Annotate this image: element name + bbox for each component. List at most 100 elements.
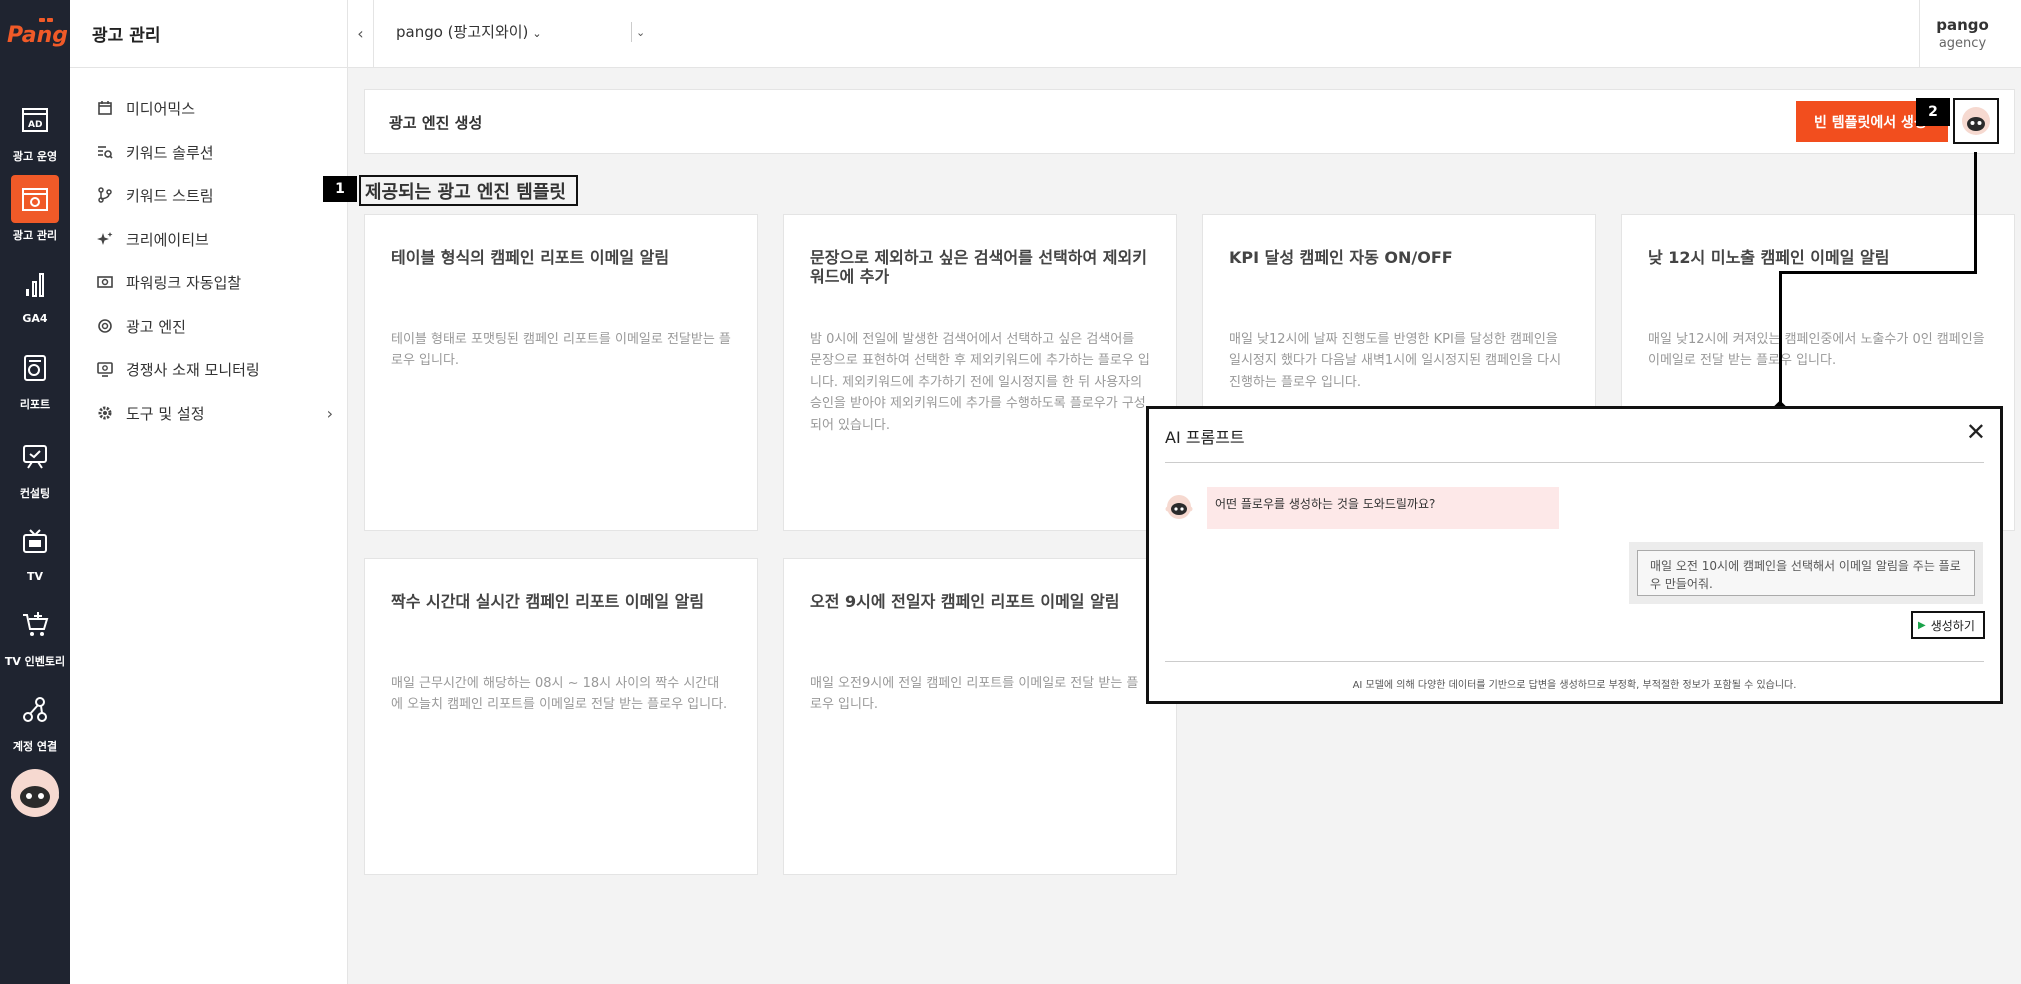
template-card[interactable]: 짝수 시간대 실시간 캠페인 리포트 이메일 알림 매일 근무시간에 해당하는 …	[364, 558, 758, 875]
bot-avatar-icon	[1165, 493, 1193, 521]
rail-item-tv[interactable]: TV	[0, 518, 70, 583]
ad-icon: AD	[11, 96, 59, 144]
ai-prompt-modal: AI 프롬프트 ✕ 어떤 플로우를 생성하는 것을 도와드릴까요? 매일 오전 …	[1146, 406, 2003, 704]
template-card[interactable]: 테이블 형식의 캠페인 리포트 이메일 알림 테이블 형태로 포맷팅된 캠페인 …	[364, 214, 758, 531]
bot-message: 어떤 플로우를 생성하는 것을 도와드릴까요?	[1207, 487, 1559, 529]
rail-item-ad-ops[interactable]: AD 광고 운영	[0, 96, 70, 164]
sidebar-item-keyword-stream[interactable]: 키워드 스트림	[96, 180, 333, 210]
user-role: agency	[1938, 36, 1987, 51]
modal-title: AI 프롬프트	[1165, 428, 1245, 447]
sidebar-item-tools-settings[interactable]: 도구 및 설정 ›	[96, 398, 333, 428]
gear-icon	[96, 404, 114, 422]
bot-avatar-icon[interactable]	[9, 767, 61, 819]
bot-avatar-icon	[1962, 107, 1990, 135]
template-card-desc: 매일 낮12시에 날짜 진행도를 반영한 KPI를 달성한 캠페인을 일시정지 …	[1229, 332, 1562, 390]
rail-item-label: 계정 연결	[12, 740, 58, 753]
template-card-desc: 밤 0시에 전일에 발생한 검색어에서 선택하고 싶은 검색어를 문장으로 표현…	[810, 332, 1150, 433]
chevron-down-icon: ⌄	[636, 25, 646, 39]
sidebar-item-label: 키워드 솔루션	[126, 143, 214, 162]
sidebar-item-ad-engine[interactable]: 광고 엔진	[96, 311, 333, 341]
template-card-title: 문장으로 제외하고 싶은 검색어를 선택하여 제외키워드에 추가	[810, 248, 1147, 287]
sidebar-item-competitor-monitoring[interactable]: 경쟁사 소재 모니터링	[96, 354, 333, 384]
generate-button[interactable]: ▶ 생성하기	[1911, 611, 1985, 639]
sidebar-item-creative[interactable]: 크리에이티브	[96, 224, 333, 254]
sidebar-item-label: 크리에이티브	[126, 230, 209, 249]
rail-item-label: 광고 관리	[12, 229, 58, 242]
template-card-desc: 매일 낮12시에 켜져있는 캠페인중에서 노출수가 0인 캠페인을 이메일로 전…	[1648, 332, 1985, 369]
sidebar-item-label: 파워링크 자동입찰	[126, 273, 242, 292]
ai-disclaimer: AI 모델에 의해 다양한 데이터를 기반으로 답변을 생성하므로 부정확, 부…	[1352, 680, 1797, 691]
sidebar-item-powerlink-bid[interactable]: 파워링크 자동입찰	[96, 267, 333, 297]
report-icon	[11, 344, 59, 392]
account-select-value: pango (팡고지와이)	[396, 23, 529, 41]
annotation-connector	[1779, 271, 1782, 407]
rail-item-tv-inventory[interactable]: TV 인벤토리	[0, 601, 70, 669]
engine-create-title: 광고 엔진 생성	[389, 114, 483, 132]
annotation-badge-2: 2	[1916, 98, 1950, 126]
rail-item-account-link[interactable]: 계정 연결	[0, 686, 70, 754]
calendar-icon	[96, 99, 114, 117]
divider	[1165, 661, 1984, 662]
chevron-left-icon: ‹	[357, 24, 364, 43]
rail-item-label: 컨설팅	[19, 487, 51, 500]
rail-item-ad-manage[interactable]: 광고 관리	[0, 175, 70, 243]
secondary-select[interactable]: ⌄	[631, 22, 645, 42]
template-card[interactable]: 오전 9시에 전일자 캠페인 리포트 이메일 알림 매일 오전9시에 전일 캠페…	[783, 558, 1177, 875]
template-card-title: 낮 12시 미노출 캠페인 이메일 알림	[1648, 248, 1890, 267]
sidebar-item-media-mix[interactable]: 미디어믹스	[96, 93, 333, 123]
templates-section-title: 제공되는 광고 엔진 템플릿	[359, 175, 578, 206]
template-card[interactable]: 문장으로 제외하고 싶은 검색어를 선택하여 제외키워드에 추가 밤 0시에 전…	[783, 214, 1177, 531]
annotation-connector	[1974, 152, 1977, 274]
rail-item-label: 광고 운영	[12, 150, 58, 163]
ad-settings-icon	[11, 175, 59, 223]
consulting-icon	[11, 433, 59, 481]
rail-item-label: TV 인벤토리	[4, 655, 66, 668]
sidebar-item-label: 미디어믹스	[126, 99, 196, 118]
template-card-desc: 매일 근무시간에 해당하는 08시 ~ 18시 사이의 짝수 시간대에 오늘치 …	[391, 676, 728, 713]
user-menu[interactable]: pango agency	[1919, 0, 2005, 67]
template-card-desc: 매일 오전9시에 전일 캠페인 리포트를 이메일로 전달 받는 플로우 입니다.	[810, 676, 1139, 713]
sidebar-item-label: 광고 엔진	[126, 317, 186, 336]
rail-item-report[interactable]: 리포트	[0, 344, 70, 412]
account-select[interactable]: pango (팡고지와이) ⌄	[396, 21, 542, 42]
annotation-badge-1: 1	[323, 176, 357, 202]
tv-icon	[11, 518, 59, 566]
top-bar: ‹ pango (팡고지와이) ⌄ ⌄ pango agency	[348, 0, 2021, 68]
user-name: pango	[1936, 16, 1989, 34]
divider	[1165, 462, 1984, 463]
pango-logo[interactable]: Pango	[5, 14, 83, 50]
main-rail: Pango AD 광고 운영 광고 관리 GA4 리포트 컨설팅	[0, 0, 83, 984]
engine-create-panel: 광고 엔진 생성 빈 템플릿에서 생성	[364, 89, 2015, 154]
rail-item-consulting[interactable]: 컨설팅	[0, 433, 70, 501]
sidebar-item-keyword-solution[interactable]: 키워드 솔루션	[96, 137, 333, 167]
cart-icon	[11, 601, 59, 649]
link-icon	[11, 686, 59, 734]
template-card-title: KPI 달성 캠페인 자동 ON/OFF	[1229, 248, 1453, 267]
rail-item-label: GA4	[22, 312, 48, 325]
user-message-wrap: 매일 오전 10시에 캠페인을 선택해서 이메일 알림을 주는 플로우 만들어줘…	[1629, 542, 1983, 604]
template-card-title: 테이블 형식의 캠페인 리포트 이메일 알림	[391, 248, 670, 267]
branch-icon	[96, 186, 114, 204]
template-card-title: 짝수 시간대 실시간 캠페인 리포트 이메일 알림	[391, 592, 705, 611]
chevron-down-icon: ⌄	[532, 27, 542, 40]
sparkle-icon	[96, 230, 114, 248]
close-icon[interactable]: ✕	[1966, 418, 1986, 446]
ai-prompt-button[interactable]	[1953, 98, 1999, 144]
auto-bid-icon	[96, 273, 114, 291]
sidebar-title: 광고 관리	[70, 0, 347, 68]
keyword-search-icon	[96, 143, 114, 161]
rail-item-ga4[interactable]: GA4	[0, 260, 70, 325]
svg-text:AD: AD	[28, 120, 42, 130]
collapse-sidebar-button[interactable]: ‹	[348, 0, 374, 67]
template-card-desc: 테이블 형태로 포맷팅된 캠페인 리포트를 이메일로 전달받는 플로우 입니다.	[391, 332, 731, 369]
sidebar-item-label: 경쟁사 소재 모니터링	[126, 360, 260, 379]
bar-chart-icon	[11, 260, 59, 308]
sidebar-item-label: 키워드 스트림	[126, 186, 214, 205]
prompt-input[interactable]: 매일 오전 10시에 캠페인을 선택해서 이메일 알림을 주는 플로우 만들어줘…	[1637, 550, 1975, 596]
sidebar-item-label: 도구 및 설정	[126, 404, 205, 423]
svg-text:Pango: Pango	[7, 23, 67, 48]
chevron-right-icon: ›	[326, 403, 333, 423]
rail-item-label: 리포트	[19, 398, 51, 411]
template-card-title: 오전 9시에 전일자 캠페인 리포트 이메일 알림	[810, 592, 1120, 611]
engine-icon	[96, 317, 114, 335]
